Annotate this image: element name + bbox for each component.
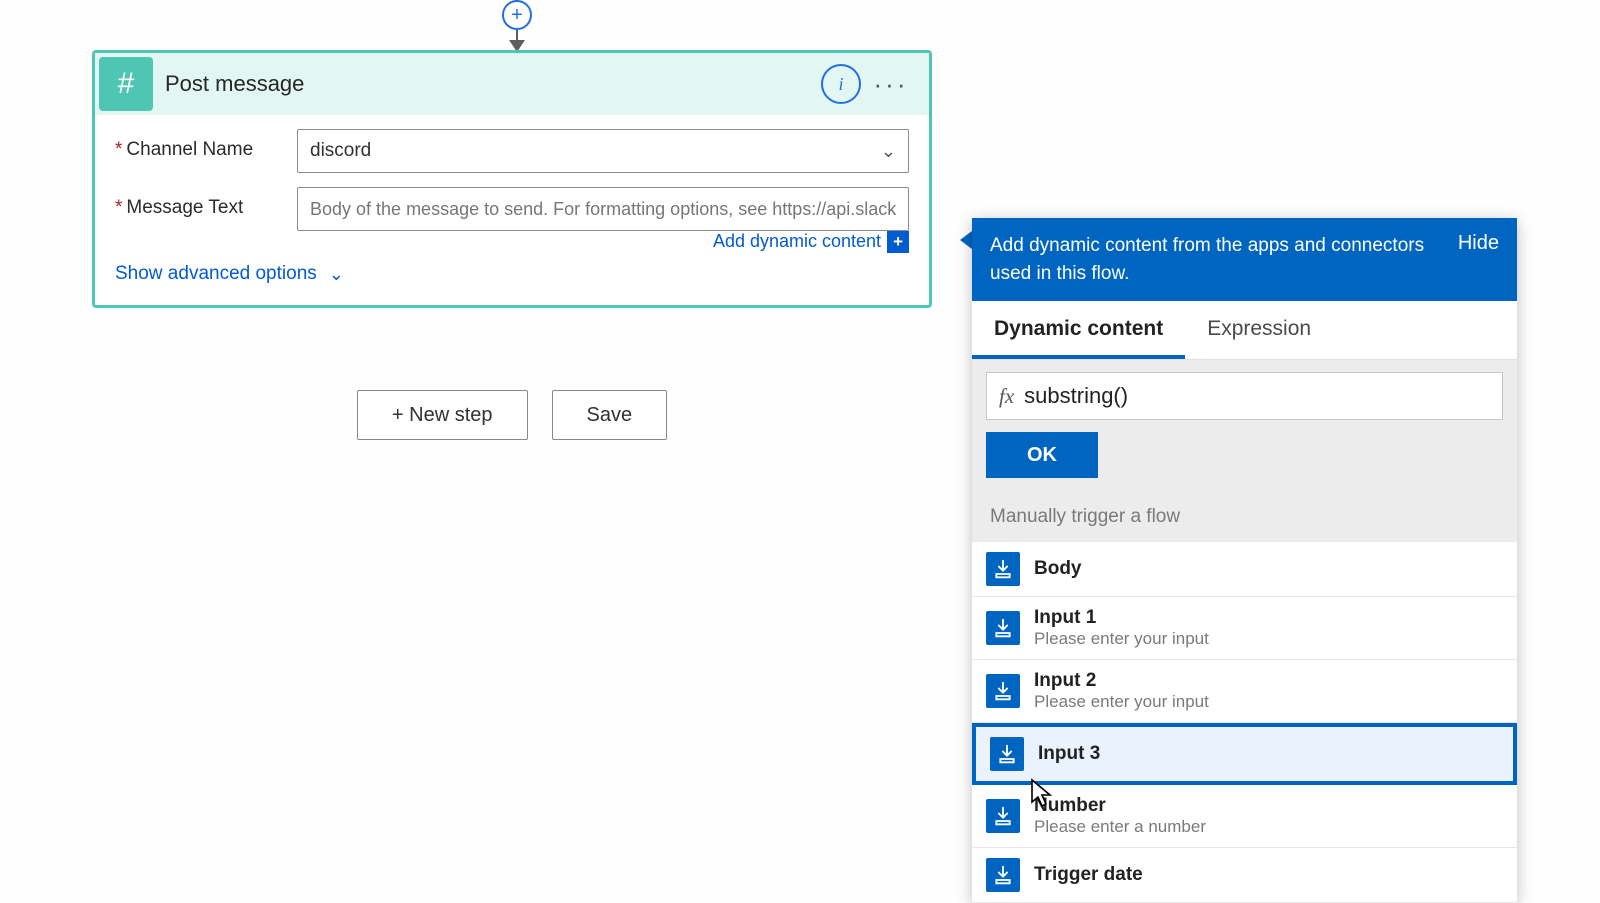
dynamic-item-title: Input 1 (1034, 607, 1209, 629)
dynamic-item-text: Input 1Please enter your input (1034, 607, 1209, 649)
dynamic-item-trigger-date[interactable]: Trigger date (972, 848, 1517, 903)
message-text-input[interactable] (297, 187, 909, 231)
channel-name-select[interactable]: discord ⌄ (297, 129, 909, 173)
new-step-button[interactable]: + New step (357, 390, 528, 440)
info-icon: i (838, 74, 843, 95)
channel-name-value: discord (310, 140, 371, 162)
dynamic-item-desc: Please enter your input (1034, 629, 1209, 649)
add-dynamic-content-badge[interactable]: + (887, 231, 909, 253)
panel-header: Add dynamic content from the apps and co… (972, 218, 1517, 301)
trigger-input-icon (986, 858, 1020, 892)
dynamic-item-title: Input 2 (1034, 670, 1209, 692)
required-mark: * (115, 139, 122, 160)
trigger-input-icon (986, 611, 1020, 645)
save-button[interactable]: Save (552, 390, 668, 440)
card-body: *Channel Name discord ⌄ *Message Text Ad… (95, 115, 929, 305)
connector-line (516, 30, 518, 40)
card-menu-button[interactable]: ··· (871, 64, 911, 104)
show-advanced-label: Show advanced options (115, 263, 317, 285)
dynamic-item-input-2[interactable]: Input 2Please enter your input (972, 660, 1517, 723)
panel-tabs: Dynamic content Expression (972, 301, 1517, 360)
tab-dynamic-content[interactable]: Dynamic content (972, 301, 1185, 359)
fx-icon: fx (995, 384, 1024, 409)
field-channel-name: *Channel Name discord ⌄ (115, 129, 909, 173)
dynamic-item-input-1[interactable]: Input 1Please enter your input (972, 597, 1517, 660)
expression-ok-button[interactable]: OK (986, 432, 1098, 478)
dynamic-content-panel: Add dynamic content from the apps and co… (972, 218, 1517, 903)
dynamic-item-body[interactable]: Body (972, 542, 1517, 597)
slack-icon: # (99, 57, 153, 111)
ellipsis-icon: ··· (874, 69, 909, 100)
dynamic-item-text: Input 2Please enter your input (1034, 670, 1209, 712)
required-mark: * (115, 197, 122, 218)
trigger-input-icon (986, 799, 1020, 833)
dynamic-content-list: BodyInput 1Please enter your inputInput … (972, 542, 1517, 903)
action-card-post-message: # Post message i ··· *Channel Name disco… (92, 50, 932, 308)
chevron-down-icon: ⌄ (329, 264, 344, 285)
field-message-text: *Message Text (115, 187, 909, 231)
field-label-message: Message Text (126, 197, 243, 218)
dynamic-item-title: Input 3 (1038, 743, 1100, 765)
dynamic-item-text: Input 3 (1038, 743, 1100, 765)
group-header-manually-trigger: Manually trigger a flow (972, 492, 1517, 542)
dynamic-item-title: Trigger date (1034, 864, 1143, 886)
trigger-input-icon (990, 737, 1024, 771)
dynamic-item-text: NumberPlease enter a number (1034, 795, 1206, 837)
trigger-input-icon (986, 552, 1020, 586)
dynamic-item-title: Body (1034, 558, 1082, 580)
dynamic-item-input-3[interactable]: Input 3 (972, 723, 1517, 785)
card-title: Post message (165, 71, 811, 97)
dynamic-item-title: Number (1034, 795, 1206, 817)
dynamic-item-desc: Please enter your input (1034, 692, 1209, 712)
expression-box[interactable]: fx (986, 372, 1503, 420)
show-advanced-options-toggle[interactable]: Show advanced options ⌄ (115, 263, 909, 285)
panel-header-text: Add dynamic content from the apps and co… (990, 232, 1448, 287)
chevron-down-icon: ⌄ (881, 141, 896, 162)
add-dynamic-content-row: Add dynamic content + (115, 231, 909, 253)
dynamic-item-text: Body (1034, 558, 1082, 580)
tab-expression[interactable]: Expression (1185, 301, 1333, 359)
dynamic-item-desc: Please enter a number (1034, 817, 1206, 837)
expression-area: fx OK (972, 360, 1517, 492)
info-button[interactable]: i (821, 64, 861, 104)
add-dynamic-content-link[interactable]: Add dynamic content (713, 231, 881, 251)
dynamic-item-text: Trigger date (1034, 864, 1143, 886)
connector-column: + (502, 0, 532, 52)
add-step-between-button[interactable]: + (502, 0, 532, 30)
plus-icon: + (511, 4, 523, 27)
dynamic-item-number[interactable]: NumberPlease enter a number (972, 785, 1517, 848)
expression-input[interactable] (1024, 383, 1494, 409)
field-label-channel: Channel Name (126, 139, 253, 160)
panel-hide-link[interactable]: Hide (1448, 232, 1499, 255)
bottom-button-row: + New step Save (92, 390, 932, 440)
trigger-input-icon (986, 674, 1020, 708)
card-header[interactable]: # Post message i ··· (95, 53, 929, 115)
